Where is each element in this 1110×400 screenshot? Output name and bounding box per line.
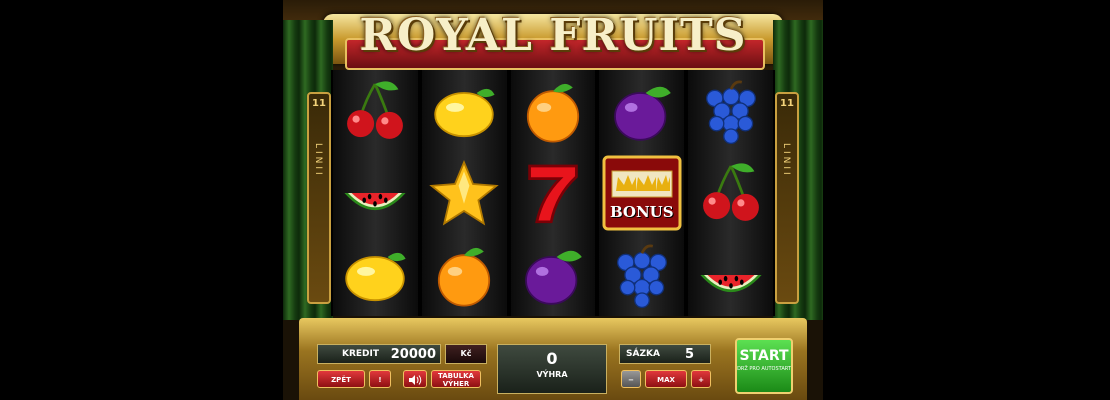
bet-label: SÁZKA: [626, 349, 660, 359]
bonus-label: BONUS: [609, 203, 674, 221]
seven-icon: [513, 155, 593, 231]
start-button[interactable]: START DRŽ PRO AUTOSTART: [735, 338, 793, 394]
lines-indicator-right: 11 LINII: [775, 92, 799, 304]
watermelon-icon: [335, 155, 415, 231]
credit-display: KREDIT 20000: [317, 344, 441, 364]
star-icon: [424, 155, 504, 231]
lines-indicator-left: 11 LINII: [307, 92, 331, 304]
grapes-icon: [602, 237, 682, 313]
start-label: START: [739, 348, 789, 364]
win-display: 0 VÝHRA: [497, 344, 607, 394]
cherry-icon: [335, 73, 415, 149]
header: ROYAL FRUITS: [283, 0, 823, 70]
back-button[interactable]: ZPĚT: [317, 370, 365, 388]
win-label: VÝHRA: [536, 370, 568, 379]
grapes-icon: [691, 73, 771, 149]
bet-increase-button[interactable]: +: [691, 370, 711, 388]
control-panel: KREDIT 20000 Kč 0 VÝHRA SÁZKA 5 ZPĚT ! T…: [299, 318, 807, 400]
slot-game: ROYAL FRUITS 11 LINII 11 LINII BONUS KRE…: [283, 0, 823, 400]
lemon-icon: [424, 73, 504, 149]
lines-word: LINII: [313, 143, 323, 178]
reel-3: [510, 70, 596, 316]
max-bet-button[interactable]: MAX: [645, 370, 687, 388]
orange-icon: [424, 237, 504, 313]
bet-decrease-button[interactable]: −: [621, 370, 641, 388]
orange-icon: [513, 73, 593, 149]
reel-4: BONUS: [599, 70, 685, 316]
reel-5: [688, 70, 773, 316]
credit-value: 20000: [390, 347, 436, 362]
info-button[interactable]: !: [369, 370, 391, 388]
paytable-button[interactable]: TABULKA VÝHER: [431, 370, 481, 388]
plum-icon: [513, 237, 593, 313]
sound-button[interactable]: [403, 370, 427, 388]
speaker-icon: [409, 375, 422, 385]
bet-value: 5: [684, 347, 694, 362]
reel-1: [333, 70, 418, 316]
reels-area: BONUS: [331, 70, 775, 316]
start-hint: DRŽ PRO AUTOSTART: [737, 366, 791, 372]
watermelon-icon: [691, 237, 771, 313]
game-title: ROYAL FRUITS: [359, 10, 747, 61]
bonus-icon: BONUS: [602, 155, 682, 231]
lines-count: 11: [312, 98, 326, 109]
reel-2: [421, 70, 507, 316]
credit-label: KREDIT: [342, 349, 380, 359]
lines-count: 11: [780, 98, 794, 109]
cherry-icon: [691, 155, 771, 231]
lines-word: LINII: [781, 143, 791, 178]
bet-display: SÁZKA 5: [619, 344, 711, 364]
plum-icon: [602, 73, 682, 149]
lemon-icon: [335, 237, 415, 313]
currency-button[interactable]: Kč: [445, 344, 487, 364]
win-value: 0: [546, 349, 558, 368]
